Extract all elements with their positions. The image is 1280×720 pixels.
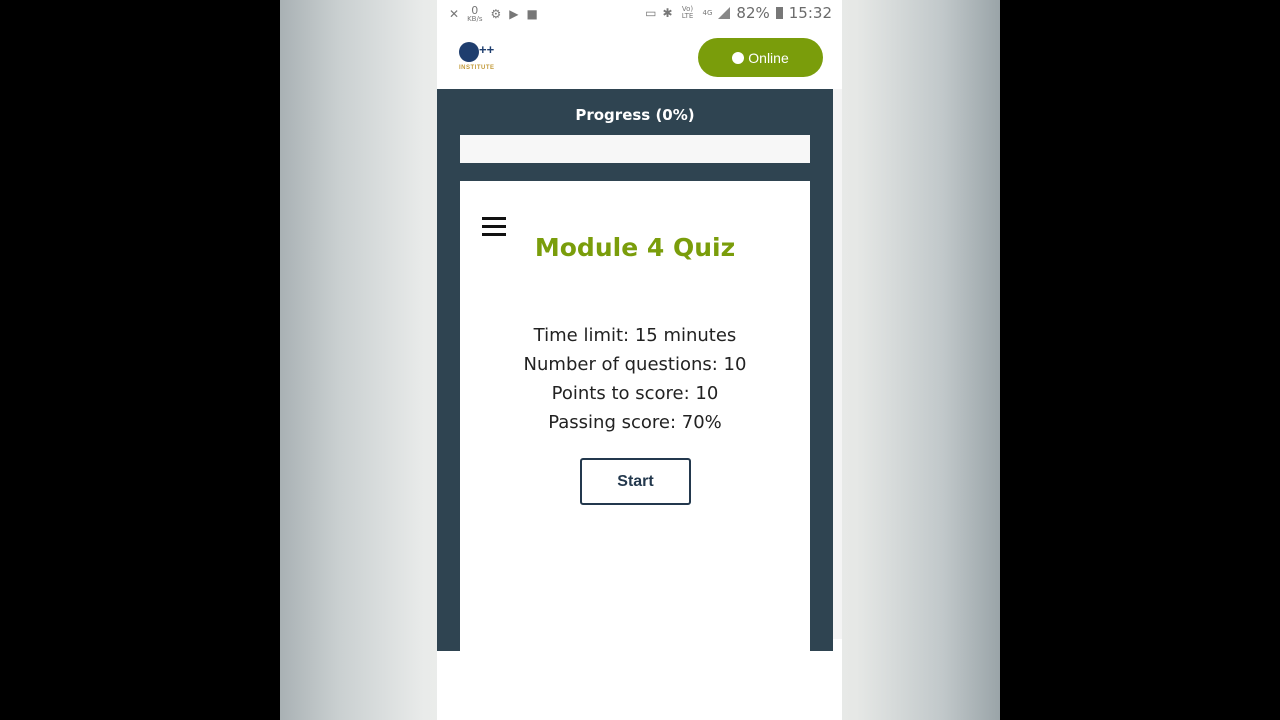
points-to-score: Points to score: 10 bbox=[551, 383, 719, 404]
progress-bar bbox=[460, 135, 810, 163]
status-bar: ✕ 0 KB/s ⚙ ▶ ■ ▭ ✱ Vo) LTE 4G 82% 15:32 bbox=[437, 0, 842, 28]
quiz-title: Module 4 Quiz bbox=[534, 233, 736, 262]
logo-plus: ++ bbox=[479, 42, 495, 57]
quiz-panel: Progress (0%) Module 4 Quiz Time limit: … bbox=[437, 89, 833, 651]
logo-globe-icon bbox=[459, 42, 479, 62]
status-bar-right: ▭ ✱ Vo) LTE 4G 82% 15:32 bbox=[645, 4, 832, 22]
quiz-info: Time limit: 15 minutes Number of questio… bbox=[460, 321, 810, 437]
status-bar-left: ✕ 0 KB/s ⚙ ▶ ■ bbox=[449, 5, 538, 23]
app-header: ++ INSTITUTE Online bbox=[437, 28, 842, 89]
network-type: 4G bbox=[702, 8, 713, 17]
online-status-button[interactable]: Online bbox=[698, 38, 823, 77]
clock: 15:32 bbox=[788, 4, 832, 22]
online-dot-icon bbox=[732, 51, 745, 64]
battery-percent: 82% bbox=[736, 4, 770, 22]
settings-icon: ⚙ bbox=[490, 7, 502, 21]
cast-icon: ▭ bbox=[645, 6, 657, 20]
volte-indicator: Vo) LTE bbox=[681, 5, 694, 20]
logo-text: INSTITUTE bbox=[459, 65, 495, 71]
cpp-institute-logo[interactable]: ++ INSTITUTE bbox=[457, 40, 499, 76]
online-label: Online bbox=[748, 49, 789, 66]
right-gutter bbox=[833, 89, 842, 639]
progress-label: Progress (0%) bbox=[575, 106, 695, 124]
video-icon: ■ bbox=[526, 7, 538, 21]
bottom-area bbox=[437, 651, 842, 720]
quiz-card: Module 4 Quiz Time limit: 15 minutes Num… bbox=[460, 181, 810, 651]
time-limit: Time limit: 15 minutes bbox=[533, 325, 737, 346]
youtube-icon: ▶ bbox=[509, 7, 519, 21]
bluetooth-icon: ✱ bbox=[662, 6, 673, 20]
network-speed-unit: KB/s bbox=[467, 15, 483, 23]
network-speed: 0 KB/s bbox=[467, 5, 482, 23]
passing-score: Passing score: 70% bbox=[548, 412, 722, 433]
phone-screen: ✕ 0 KB/s ⚙ ▶ ■ ▭ ✱ Vo) LTE 4G 82% 15:32 … bbox=[437, 0, 842, 720]
start-button[interactable]: Start bbox=[580, 458, 691, 505]
battery-icon bbox=[775, 7, 783, 19]
missed-call-icon: ✕ bbox=[449, 7, 460, 21]
signal-icon bbox=[718, 7, 731, 19]
number-of-questions: Number of questions: 10 bbox=[523, 354, 747, 375]
